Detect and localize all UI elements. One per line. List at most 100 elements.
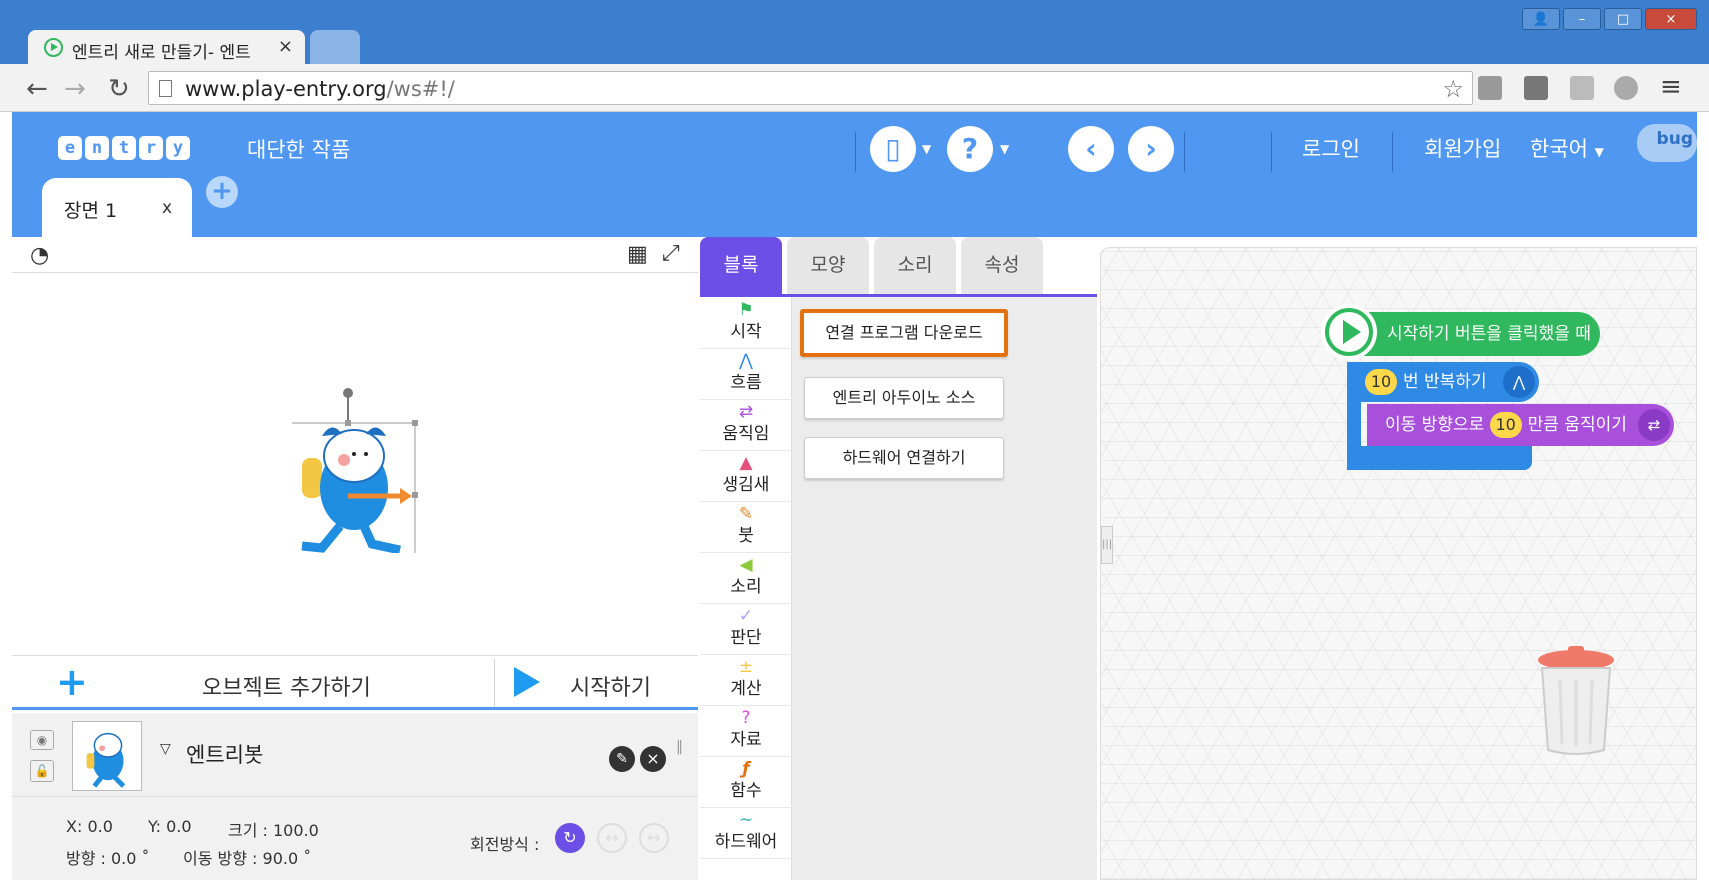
object-direction[interactable]: 방향 : 0.0 ˚ [66,845,150,869]
back-arrow-icon[interactable]: ← [26,74,48,104]
shape-icon: ▲ [739,453,753,473]
move-block-suffix: 만큼 움직이기 [1527,415,1627,435]
move-direction-block[interactable]: 이동 방향으로 10 만큼 움직이기 ⇄ [1367,404,1674,446]
file-icon[interactable]: ▯ [870,126,916,172]
move-icon: ⇄ [1638,409,1670,441]
object-name[interactable]: 엔트리봇 [186,739,263,769]
category-brush[interactable]: ✎ 붓 [700,503,792,553]
object-y[interactable]: Y: 0.0 [148,817,192,836]
start-play-icon [1321,304,1377,360]
entry-logo[interactable]: e n t r y [58,136,190,160]
category-move[interactable]: ⇄ 움직임 [700,401,792,451]
tab-blocks[interactable]: 블록 [700,237,782,294]
add-object-plus-icon[interactable]: + [56,660,88,704]
rotate-none-icon[interactable]: ↔ [639,823,669,853]
extension-drive-icon[interactable] [1524,76,1548,100]
logo-letter: y [166,136,190,160]
category-judge[interactable]: ✓ 판단 [700,605,792,655]
extension-settings-icon[interactable] [1614,76,1638,100]
project-title[interactable]: 대단한 작품 [247,134,350,164]
file-menu-caret-icon[interactable]: ▼ [922,142,931,156]
add-scene-button[interactable]: + [206,176,238,208]
category-sound[interactable]: ◀ 소리 [700,554,792,604]
redo-icon[interactable]: › [1128,126,1174,172]
category-label: 계산 [730,679,762,699]
arduino-source-button[interactable]: 엔트리 아두이노 소스 [804,377,1004,419]
start-block-label: 시작하기 버튼을 클릭했을 때 [1387,324,1591,344]
extension-help-icon[interactable] [1570,76,1594,100]
lock-icon[interactable]: 🔓 [30,760,54,782]
workspace-resize-handle[interactable]: ||| [1101,526,1113,564]
browser-menu-icon[interactable]: ≡ [1660,72,1682,102]
scene-tab-close-button[interactable]: x [162,198,172,218]
stage-canvas[interactable] [12,273,698,656]
logo-letter: e [58,136,82,160]
language-select[interactable]: 한국어 ▼ [1530,133,1604,163]
object-move-direction[interactable]: 이동 방향 : 90.0 ˚ [183,845,311,869]
browser-tab-active[interactable]: 엔트리 새로 만들기- 엔트 × [28,30,305,64]
object-x[interactable]: X: 0.0 [66,817,113,836]
tab-close-button[interactable]: × [278,36,293,57]
download-connector-button[interactable]: 연결 프로그램 다운로드 [800,309,1008,357]
when-start-clicked-block[interactable]: 시작하기 버튼을 클릭했을 때 [1321,304,1600,360]
signup-link[interactable]: 회원가입 [1424,133,1501,163]
add-object-button[interactable]: 오브젝트 추가하기 [202,670,371,702]
category-flow[interactable]: ⋀ 흐름 [700,350,792,400]
question-icon: ? [741,708,751,728]
code-workspace[interactable]: ||| 시작하기 버튼을 클릭했을 때 10 번 반복하기 ⋀ 이동 방향으로 1… [1100,247,1697,880]
object-row[interactable]: ◉ 🔓 ▽ 엔트리봇 ✎ × [12,713,698,797]
address-bar[interactable]: www.play-entry.org/ws#!/ ☆ [148,71,1473,105]
repeat-count-input[interactable]: 10 [1365,369,1397,395]
start-button[interactable]: 시작하기 [570,670,651,702]
play-icon[interactable] [514,667,540,697]
speed-gauge-icon[interactable]: ◔ [30,243,49,268]
category-start[interactable]: ⚑ 시작 [700,299,792,349]
category-data[interactable]: ? 자료 [700,707,792,757]
panel-splitter-handle[interactable]: ‖ [676,739,688,769]
trash-can-icon[interactable] [1534,646,1618,756]
maximize-button[interactable]: □ [1604,8,1642,30]
extension-docs-icon[interactable] [1478,76,1502,100]
url-text: www.play-entry.org/ws#!/ [185,77,455,101]
visibility-eye-icon[interactable]: ◉ [30,730,54,750]
delete-x-icon[interactable]: × [640,746,666,772]
forward-arrow-icon[interactable]: → [64,74,86,104]
flow-icon: ⋀ [739,351,753,371]
category-label: 생김새 [722,475,770,495]
undo-icon[interactable]: ‹ [1068,126,1114,172]
login-link[interactable]: 로그인 [1302,133,1360,163]
move-block-prefix: 이동 방향으로 [1385,415,1485,435]
header-divider [1392,132,1393,172]
category-function[interactable]: ƒ 함수 [700,758,792,808]
reload-icon[interactable]: ↻ [108,74,130,104]
scene-tab[interactable]: 장면 1 x [42,178,192,237]
tab-attributes[interactable]: 속성 [961,237,1043,294]
connect-hardware-button[interactable]: 하드웨어 연결하기 [804,437,1004,479]
close-window-button[interactable]: × [1645,8,1697,30]
bug-report-icon[interactable]: bug [1637,124,1697,162]
entrybot-sprite[interactable] [292,388,422,553]
category-calc[interactable]: ± 계산 [700,656,792,706]
grid-icon[interactable]: ▦ [627,242,648,267]
tab-sounds[interactable]: 소리 [874,237,956,294]
help-icon[interactable]: ? [947,126,993,172]
minimize-button[interactable]: – [1563,8,1601,30]
help-menu-caret-icon[interactable]: ▼ [1000,142,1009,156]
tab-shapes[interactable]: 모양 [787,237,869,294]
profile-icon[interactable]: 👤 [1522,8,1560,30]
bookmark-star-icon[interactable]: ☆ [1442,75,1464,103]
edit-pencil-icon[interactable]: ✎ [609,746,635,772]
repeat-block[interactable]: 10 번 반복하기 ⋀ [1347,362,1539,402]
fullscreen-icon[interactable]: ⤢ [662,241,680,266]
category-hardware[interactable]: ∼ 하드웨어 [700,809,792,859]
page-icon [159,80,172,97]
new-tab-button[interactable] [310,30,360,64]
move-value-input[interactable]: 10 [1489,412,1522,438]
rotate-free-icon[interactable]: ↻ [555,823,585,853]
rotate-horizontal-icon[interactable]: ↔ [597,823,627,853]
category-label: 하드웨어 [714,832,778,852]
category-looks[interactable]: ▲ 생김새 [700,452,792,502]
category-label: 움직임 [722,424,770,444]
expand-triangle-icon[interactable]: ▽ [160,741,171,757]
object-size[interactable]: 크기 : 100.0 [228,817,319,841]
